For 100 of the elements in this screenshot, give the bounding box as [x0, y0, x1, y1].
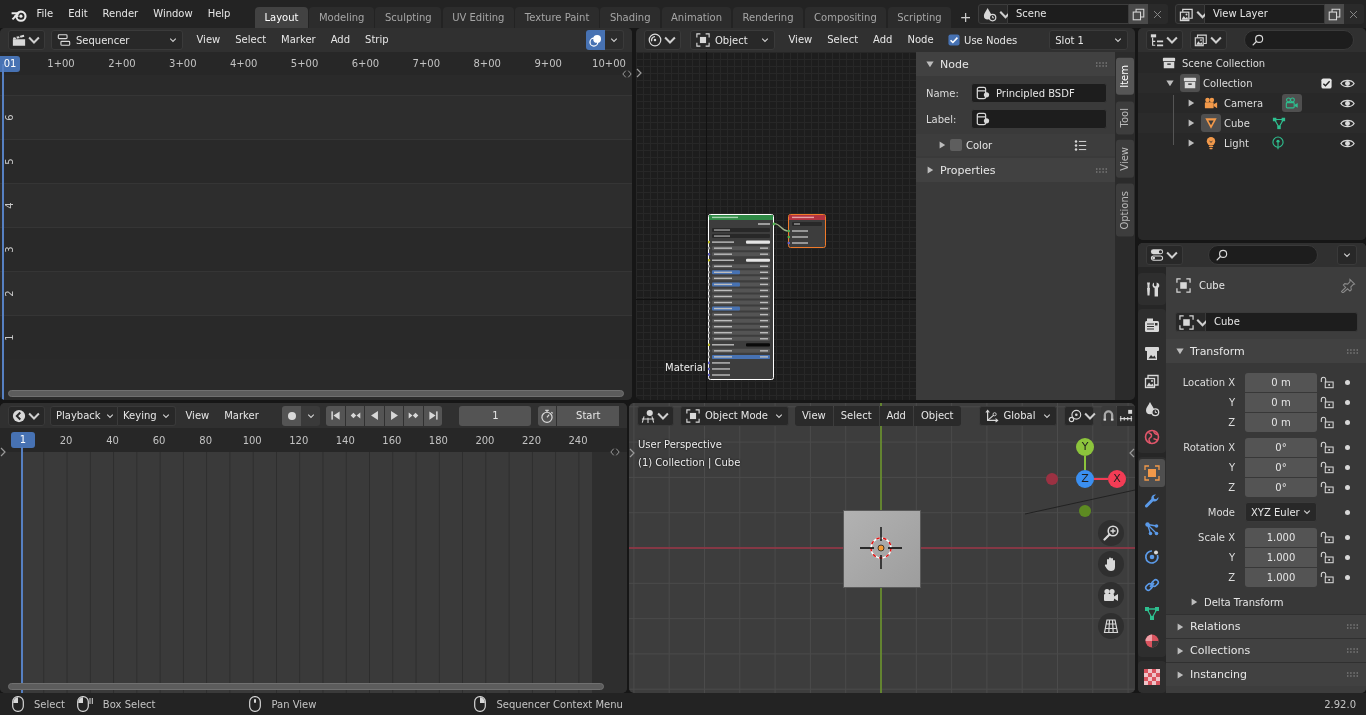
- drag-handle-icon[interactable]: [1347, 348, 1358, 354]
- search-field[interactable]: [1208, 245, 1318, 265]
- menu-item[interactable]: Marker: [216, 405, 267, 426]
- navigation-button[interactable]: [1098, 520, 1124, 546]
- drag-handle-icon[interactable]: [1096, 61, 1107, 67]
- workspace-tab[interactable]: Animation: [661, 7, 732, 28]
- menu-item[interactable]: File: [29, 4, 61, 24]
- frame-field[interactable]: 1: [459, 405, 532, 426]
- axis-dot-icon[interactable]: [1046, 473, 1058, 485]
- panel-header[interactable]: Collections: [1166, 638, 1366, 662]
- drag-handle-icon[interactable]: [1347, 624, 1358, 629]
- scene-field[interactable]: Scene: [1007, 4, 1129, 24]
- editor-type-button[interactable]: [644, 30, 681, 50]
- number-field[interactable]: 0 m: [1245, 412, 1317, 432]
- start-frame-field[interactable]: Start: [557, 405, 620, 426]
- editor-type-button[interactable]: [1146, 30, 1183, 50]
- view-type-dropdown[interactable]: Sequencer: [51, 30, 183, 50]
- number-field[interactable]: 0°: [1245, 457, 1317, 477]
- name-field[interactable]: Cube: [1206, 312, 1358, 332]
- drag-handle-icon[interactable]: [1096, 167, 1107, 173]
- checkbox-label[interactable]: Use Nodes: [964, 34, 1018, 46]
- menu-item[interactable]: View: [781, 30, 820, 50]
- panel-header[interactable]: Properties: [916, 158, 1115, 182]
- mode-dropdown[interactable]: Object Mode: [680, 405, 789, 426]
- editor-type-button[interactable]: [8, 405, 45, 426]
- slot-dropdown[interactable]: Slot 1: [1049, 30, 1129, 50]
- transport-button[interactable]: [404, 405, 423, 426]
- search-field[interactable]: [1244, 30, 1354, 50]
- orientation-dropdown[interactable]: Global: [978, 405, 1057, 426]
- drag-handle-icon[interactable]: [1347, 648, 1358, 653]
- menu-item[interactable]: Marker: [273, 30, 324, 50]
- transport-button[interactable]: [423, 405, 443, 426]
- disclosure-triangle-icon[interactable]: [1176, 646, 1184, 655]
- disclosure-triangle-icon[interactable]: [926, 60, 934, 68]
- menu-item[interactable]: Add: [879, 405, 913, 426]
- disclosure-triangle-icon[interactable]: [1187, 119, 1195, 127]
- expand-arrows-icon[interactable]: [610, 447, 620, 457]
- remove-button[interactable]: [1147, 4, 1168, 24]
- data-block-button[interactable]: [1175, 312, 1206, 332]
- padlock-icon[interactable]: [1320, 440, 1334, 454]
- panel-header[interactable]: Instancing: [1166, 662, 1366, 686]
- viewport[interactable]: Object Mode View Select Add Object Global User Perspective (1) Collection | Cube Y Z X: [629, 403, 1135, 693]
- cursor-icon[interactable]: [860, 527, 902, 569]
- workspace-tab[interactable]: UV Editing: [442, 7, 514, 28]
- editor-type-button[interactable]: [1146, 245, 1183, 265]
- padlock-icon[interactable]: [1320, 550, 1334, 564]
- number-field[interactable]: 1.000: [1245, 527, 1317, 547]
- view-layer-field[interactable]: View Layer: [1204, 4, 1325, 24]
- name-field[interactable]: Principled BSDF: [971, 83, 1107, 103]
- disclosure-triangle-icon[interactable]: [1187, 99, 1195, 107]
- disclosure-triangle-icon[interactable]: [1190, 598, 1198, 606]
- menu-item[interactable]: View: [189, 30, 228, 50]
- drag-handle-icon[interactable]: [1347, 672, 1358, 677]
- pivot-dropdown[interactable]: [1063, 405, 1094, 426]
- panel-header[interactable]: Transform: [1166, 339, 1366, 363]
- data-block-selector[interactable]: [977, 4, 1008, 24]
- transport-button[interactable]: [345, 405, 365, 426]
- padlock-icon[interactable]: [1320, 480, 1334, 494]
- data-block-selector[interactable]: [1174, 4, 1205, 24]
- keyframe-dot-icon[interactable]: [1345, 574, 1350, 580]
- disclosure-triangle-icon[interactable]: [938, 141, 946, 149]
- padlock-icon[interactable]: [1320, 375, 1334, 389]
- padlock-icon[interactable]: [1320, 415, 1334, 429]
- menu-item[interactable]: Select: [833, 405, 879, 426]
- menu-item[interactable]: Window: [145, 4, 201, 24]
- horizontal-scrollbar[interactable]: [8, 390, 624, 397]
- label-field[interactable]: [971, 109, 1107, 129]
- current-frame-indicator[interactable]: 01: [0, 56, 20, 72]
- number-field[interactable]: 0 m: [1245, 372, 1317, 392]
- preview-range-button[interactable]: [538, 405, 557, 426]
- keyframe-dot-icon[interactable]: [1345, 444, 1350, 450]
- axis-button[interactable]: Z: [1076, 470, 1094, 488]
- overlay-options-button[interactable]: [605, 30, 624, 50]
- record-button[interactable]: [282, 405, 302, 426]
- number-field[interactable]: 0°: [1245, 437, 1317, 457]
- transport-button[interactable]: [384, 405, 404, 426]
- mode-dropdown[interactable]: XYZ Euler: [1245, 502, 1317, 522]
- workspace-tab[interactable]: Shading: [600, 7, 660, 28]
- subpanel-header[interactable]: Delta Transform: [1166, 592, 1366, 612]
- panel-header[interactable]: Node: [916, 52, 1115, 76]
- disclosure-triangle-icon[interactable]: [1187, 139, 1195, 147]
- remove-button[interactable]: [1343, 4, 1364, 24]
- workspace-tab[interactable]: Texture Paint: [515, 7, 599, 28]
- pin-icon[interactable]: [1341, 277, 1356, 293]
- editor-type-button[interactable]: [8, 30, 45, 50]
- number-field[interactable]: 1.000: [1245, 567, 1317, 587]
- disclosure-triangle-icon[interactable]: [1176, 347, 1184, 355]
- padlock-icon[interactable]: [1320, 395, 1334, 409]
- box-icon[interactable]: [1180, 74, 1200, 92]
- keyframe-dot-icon[interactable]: [1345, 534, 1350, 540]
- sidebar-tab[interactable]: Item: [1116, 58, 1134, 95]
- keyframe-dot-icon[interactable]: [1345, 419, 1350, 425]
- transport-button[interactable]: [365, 405, 384, 426]
- horizontal-scrollbar[interactable]: [8, 683, 604, 690]
- add-workspace-button[interactable]: +: [954, 7, 977, 28]
- snap-target-button[interactable]: [1117, 405, 1135, 426]
- display-mode-button[interactable]: [1190, 30, 1227, 50]
- overlay-toggle[interactable]: [586, 30, 605, 50]
- menu-item[interactable]: Strip: [357, 30, 397, 50]
- workspace-tab[interactable]: Rendering: [733, 7, 804, 28]
